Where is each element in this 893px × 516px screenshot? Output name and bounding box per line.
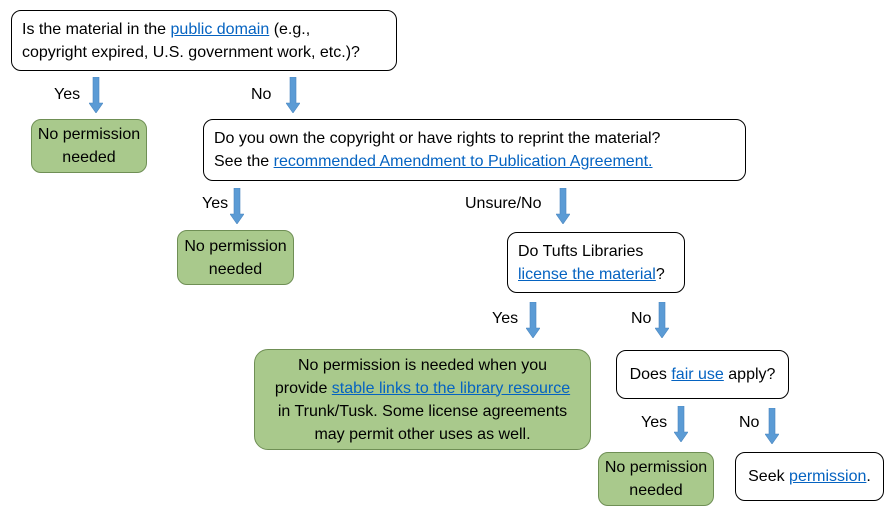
text: needed	[208, 260, 263, 278]
seek-permission: Seek permission.	[735, 452, 884, 501]
text: needed	[62, 149, 116, 166]
license-link[interactable]: license the material	[518, 266, 656, 283]
no-permission-needed-1: No permission needed	[31, 119, 147, 173]
text: Is the material in the	[22, 20, 171, 38]
public-domain-link[interactable]: public domain	[171, 21, 270, 38]
text: No permission	[184, 237, 287, 255]
yes-label: Yes	[492, 310, 519, 327]
no-label: No	[251, 86, 272, 103]
no-label: No	[739, 414, 760, 431]
fair-use-link[interactable]: fair use	[671, 366, 723, 383]
text: See the	[214, 153, 274, 170]
amendment-link[interactable]: recommended Amendment to Publication Agr…	[274, 153, 653, 170]
text: ?	[655, 265, 665, 283]
text: Seek	[748, 468, 790, 485]
down-arrow-icon	[674, 406, 688, 442]
unsure-no-label: Unsure/No	[465, 195, 542, 212]
text: Do you own the copyright or have rights …	[214, 130, 661, 147]
text: copyright expired, U.S. government work,…	[22, 43, 360, 61]
text: provide	[274, 379, 332, 397]
text: needed	[629, 482, 683, 499]
down-arrow-icon	[655, 302, 669, 338]
fair-use-question: Does fair use apply?	[616, 350, 789, 399]
text: .	[866, 468, 871, 485]
down-arrow-icon	[765, 408, 779, 444]
down-arrow-icon	[526, 302, 540, 338]
no-permission-needed-3: No permission needed	[598, 452, 714, 506]
copyright-permission-flowchart: Is the material in the public domain (e.…	[0, 0, 893, 516]
text: apply?	[723, 366, 776, 383]
down-arrow-icon	[286, 77, 300, 113]
text: in Trunk/Tusk. Some license agreements	[277, 402, 568, 420]
stable-links-link[interactable]: stable links to the library resource	[332, 380, 570, 397]
public-domain-question: Is the material in the public domain (e.…	[11, 10, 397, 71]
text: Do Tufts Libraries	[518, 242, 644, 260]
yes-label: Yes	[641, 414, 668, 431]
text: No permission	[604, 459, 708, 476]
text: may permit other uses as well.	[314, 425, 531, 443]
yes-label: Yes	[54, 86, 81, 103]
down-arrow-icon	[230, 188, 244, 224]
no-permission-needed-2: No permission needed	[177, 230, 294, 285]
own-copyright-question: Do you own the copyright or have rights …	[203, 119, 746, 181]
text: No permission	[37, 126, 141, 143]
text: No permission is needed when you	[297, 356, 548, 374]
license-result: No permission is needed when you provide…	[254, 349, 591, 450]
no-label: No	[631, 310, 652, 327]
library-license-question: Do Tufts Libraries license the material?	[507, 232, 685, 293]
down-arrow-icon	[89, 77, 103, 113]
yes-label: Yes	[202, 195, 229, 212]
permission-link[interactable]: permission	[789, 468, 866, 485]
text: Does	[629, 366, 672, 383]
text: (e.g.,	[269, 20, 311, 38]
down-arrow-icon	[556, 188, 570, 224]
